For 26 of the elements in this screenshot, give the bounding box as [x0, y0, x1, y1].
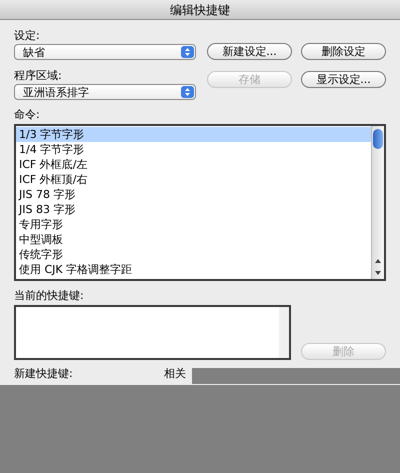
field-label: 当前的快捷键: — [14, 290, 85, 301]
list-item[interactable]: ICF 外框底/左 — [16, 157, 371, 172]
list-item[interactable]: ICF 外框顶/右 — [16, 172, 371, 187]
dropdown[interactable]: 亚洲语系排字 — [14, 84, 196, 100]
dialog-button[interactable]: 新建设定... — [207, 43, 292, 60]
dialog-button[interactable]: 显示设定... — [301, 71, 386, 88]
list-item[interactable]: 1/4 字节字形 — [16, 142, 371, 157]
field-label: 相关 — [164, 368, 186, 379]
updown-arrows-icon — [181, 86, 194, 98]
list-item[interactable]: 1/3 字节字形 — [16, 127, 371, 142]
list-item[interactable]: 专用字形 — [16, 217, 371, 232]
list-item[interactable]: 传统字形 — [16, 247, 371, 262]
field-label: 程序区域: — [14, 70, 63, 81]
scrollbar[interactable] — [371, 126, 384, 279]
field-label: 设定: — [14, 30, 41, 41]
list-item[interactable]: JIS 83 字形 — [16, 202, 371, 217]
list-item[interactable]: 使用 CJK 字格调整字距 — [16, 262, 371, 277]
field-label: 新建快捷键: — [14, 368, 74, 379]
list-item[interactable]: JIS 78 字形 — [16, 187, 371, 202]
window-title: 编辑快捷键 — [170, 4, 230, 16]
list-item[interactable]: 中型调板 — [16, 232, 371, 247]
scroll-thumb[interactable] — [373, 129, 383, 149]
updown-arrows-icon — [181, 46, 194, 58]
dropdown[interactable]: 缺省 — [14, 44, 196, 60]
field-label: 命令: — [14, 109, 41, 120]
dialog-button[interactable]: 删除设定 — [301, 43, 386, 60]
